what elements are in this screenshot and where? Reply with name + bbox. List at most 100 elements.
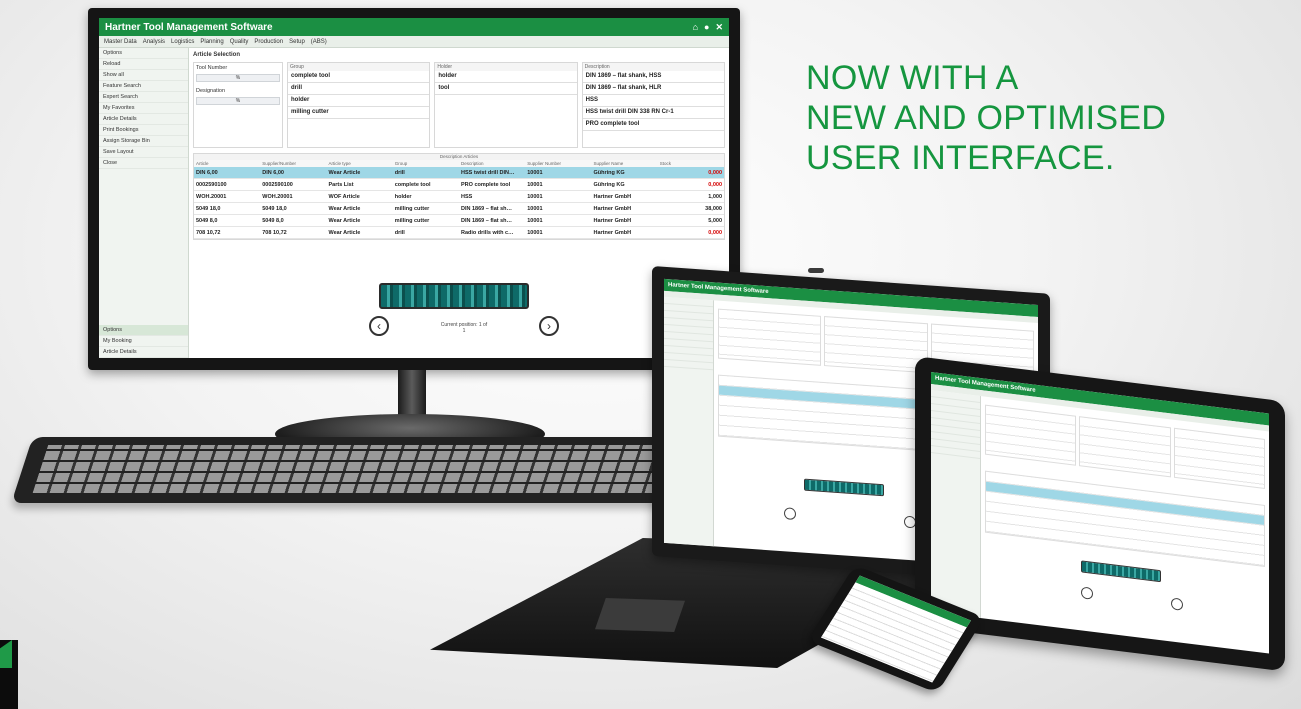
menu-item-logistics[interactable]: Logistics <box>171 39 194 45</box>
menu-item-abs[interactable]: (ABS) <box>311 39 327 45</box>
group-option[interactable]: milling cutter <box>288 107 430 119</box>
sidebar-item-options[interactable]: Options <box>99 48 188 59</box>
cell: Wear Article <box>328 170 361 176</box>
tablet-app-title: Hartner Tool Management Software <box>931 371 1269 426</box>
menu-item-quality[interactable]: Quality <box>230 39 249 45</box>
cell: 708 10,72 <box>262 230 287 236</box>
cell: HSS <box>461 194 473 200</box>
criteria-left: Tool Number % Designation % <box>193 62 283 148</box>
col-header-stock[interactable]: Stock <box>657 160 724 167</box>
col-header-supplier-no[interactable]: Supplier Number <box>525 160 592 167</box>
table-row[interactable]: 0002590100 0002590100 Parts List complet… <box>194 179 724 191</box>
previous-button[interactable]: ‹ <box>369 316 389 336</box>
description-option[interactable]: DIN 1869 – flat shank, HSS <box>582 71 724 83</box>
sidebar-item-assign-storage-bin[interactable]: Assign Storage Bin <box>99 136 188 147</box>
cell: Gühring KG <box>593 182 625 188</box>
group-option[interactable]: drill <box>288 83 430 95</box>
table-row[interactable]: WOH.20001 WOH.20001 WOF Article holder H… <box>194 191 724 203</box>
col-header-supplier-name[interactable]: Supplier Name <box>591 160 658 167</box>
close-icon[interactable]: ✕ <box>715 22 723 33</box>
position-caption: Current position: 1 of 1 <box>440 322 488 334</box>
cell: 5049 8,0 <box>196 218 218 224</box>
cell: Wear Article <box>328 218 361 224</box>
cell: DIN 1869 – flat sh… <box>461 218 513 224</box>
laptop-prev-button[interactable] <box>784 507 796 521</box>
cell: Parts List <box>328 182 354 188</box>
headline-line-1: NOW WITH A <box>806 59 1019 97</box>
tab-article-selection[interactable]: Article Selection <box>193 50 725 60</box>
sidebar-item-expert-search[interactable]: Expert Search <box>99 92 188 103</box>
menu-item-master-data[interactable]: Master Data <box>104 39 137 45</box>
menu-item-planning[interactable]: Planning <box>200 39 223 45</box>
menu-item-production[interactable]: Production <box>254 39 283 45</box>
tablet-prev-button[interactable] <box>1081 586 1093 600</box>
cell: drill <box>394 230 405 236</box>
sidebar-bottom-article-details[interactable]: Article Details <box>99 347 188 358</box>
tool-number-input[interactable]: % <box>196 74 280 82</box>
stock-cell: 0,000 <box>708 230 722 236</box>
sidebar-item-article-details[interactable]: Article Details <box>99 114 188 125</box>
tablet-sidebar <box>931 389 981 619</box>
group-option[interactable]: complete tool <box>288 71 430 83</box>
table-row[interactable]: 5049 8,0 5049 8,0 Wear Article milling c… <box>194 215 724 227</box>
table-row[interactable]: DIN 6,00 DIN 6,00 Wear Article drill HSS… <box>194 167 724 179</box>
home-icon[interactable]: ⌂ <box>693 22 698 33</box>
app-titlebar: Hartner Tool Management Software ⌂ ● ✕ <box>99 18 729 36</box>
main-area: Article Selection Tool Number % Designat… <box>189 48 729 358</box>
holder-option[interactable]: holder <box>435 71 577 83</box>
table-row[interactable]: 5049 18,0 5049 18,0 Wear Article milling… <box>194 203 724 215</box>
criteria-holder-column: Holder holder tool <box>434 62 578 148</box>
menu-item-analysis[interactable]: Analysis <box>143 39 165 45</box>
sidebar-item-reload[interactable]: Reload <box>99 59 188 70</box>
cell: 10001 <box>527 218 543 224</box>
sidebar-item-close[interactable]: Close <box>99 158 188 169</box>
stock-cell: 0,000 <box>708 170 722 176</box>
sidebar-item-my-favorites[interactable]: My Favorites <box>99 103 188 114</box>
next-button[interactable]: › <box>539 316 559 336</box>
user-icon[interactable]: ● <box>704 22 709 33</box>
description-option[interactable]: HSS <box>582 95 724 107</box>
laptop-camera <box>808 268 824 273</box>
table-row[interactable]: 708 10,72 708 10,72 Wear Article drill R… <box>194 227 724 239</box>
sidebar-item-feature-search[interactable]: Feature Search <box>99 81 188 92</box>
chevron-left-icon: ‹ <box>377 319 381 333</box>
tablet-next-button[interactable] <box>1171 597 1183 611</box>
col-header-group[interactable]: Group <box>392 160 459 167</box>
field-label-designation: Designation <box>196 88 226 94</box>
cell: Gühring KG <box>593 170 625 176</box>
cell: 5049 8,0 <box>262 218 284 224</box>
sidebar-item-save-layout[interactable]: Save Layout <box>99 147 188 158</box>
col-header-article[interactable]: Article <box>194 160 261 167</box>
tablet-screen: Hartner Tool Management Software <box>931 371 1269 654</box>
cell: WOH.20001 <box>262 194 293 200</box>
cell: Hartner GmbH <box>593 218 632 224</box>
cell: 10001 <box>527 206 543 212</box>
group-option[interactable]: holder <box>288 95 430 107</box>
description-option[interactable]: DIN 1869 – flat shank, HLR <box>582 83 724 95</box>
cell: Wear Article <box>328 206 361 212</box>
sidebar-item-print-bookings[interactable]: Print Bookings <box>99 125 188 136</box>
menu-item-setup[interactable]: Setup <box>289 39 305 45</box>
cell: milling cutter <box>394 218 430 224</box>
cell: 0002590100 <box>196 182 227 188</box>
description-option[interactable]: HSS twist drill DIN 338 RN Cr-1 <box>582 107 724 119</box>
cell: DIN 6,00 <box>196 170 218 176</box>
keyboard <box>11 437 723 503</box>
sidebar-bottom-options[interactable]: Options <box>99 325 188 336</box>
edge-device <box>0 640 18 709</box>
cell: 10001 <box>527 230 543 236</box>
criteria-group-column: Group complete tool drill holder milling… <box>287 62 431 148</box>
cell: drill <box>394 170 405 176</box>
description-option[interactable]: PRO complete tool <box>582 119 724 131</box>
col-header-supplier-number[interactable]: Supplier/Number <box>260 160 327 167</box>
sidebar-bottom-my-booking[interactable]: My Booking <box>99 336 188 347</box>
designation-input[interactable]: % <box>196 97 280 105</box>
cell: Hartner GmbH <box>593 230 632 236</box>
holder-option[interactable]: tool <box>435 83 577 95</box>
results-header-row: Article Supplier/Number Article type Gro… <box>194 160 724 167</box>
col-header-description[interactable]: Description <box>459 160 526 167</box>
sidebar-item-show-all[interactable]: Show all <box>99 70 188 81</box>
cell: Hartner GmbH <box>593 194 632 200</box>
cell: DIN 1869 – flat sh… <box>461 206 513 212</box>
col-header-article-type[interactable]: Article type <box>326 160 393 167</box>
